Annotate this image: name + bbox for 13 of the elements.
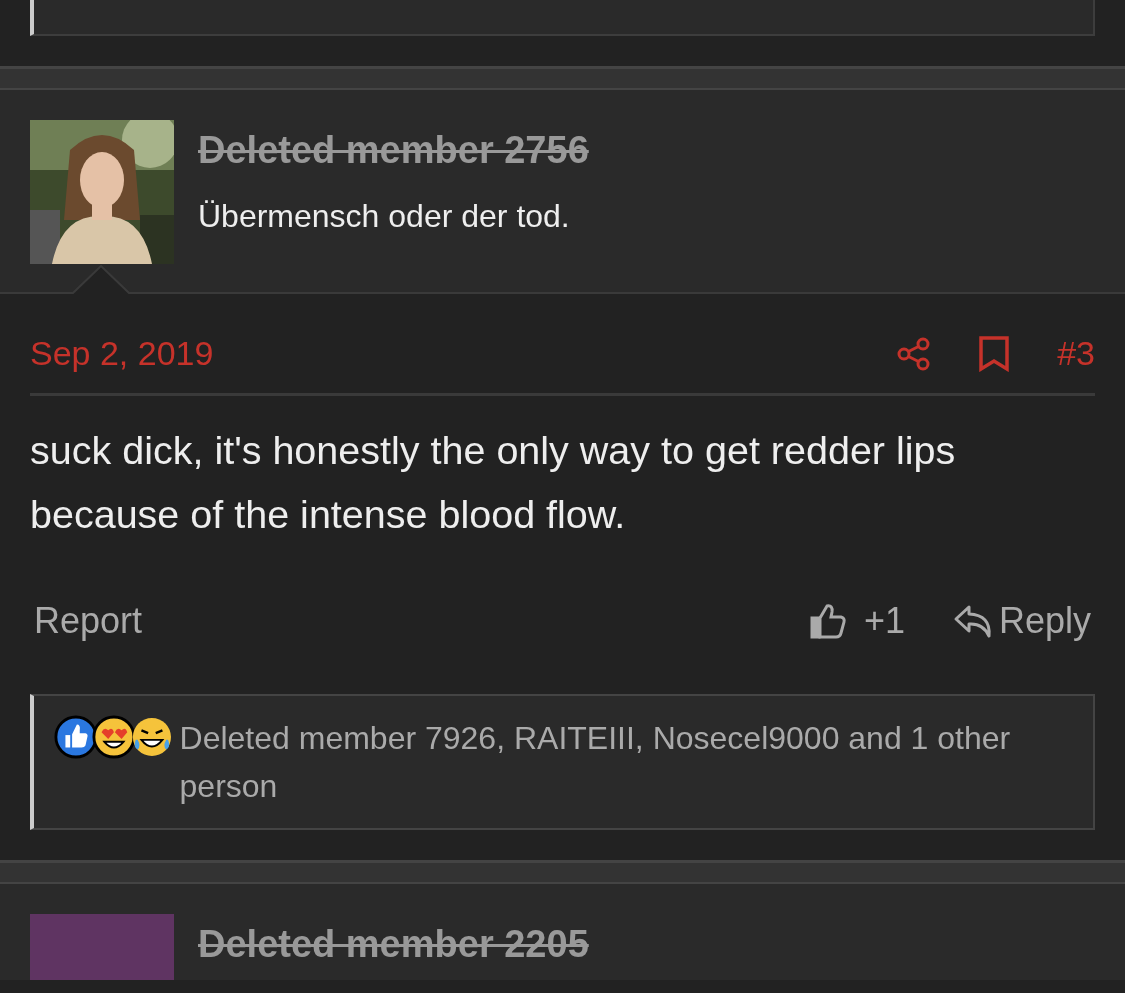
like-button[interactable]: +1	[809, 594, 905, 648]
like-icon	[54, 714, 98, 760]
thumbs-up-icon	[809, 602, 848, 640]
username-link[interactable]: Deleted member 2205	[198, 924, 589, 966]
report-link[interactable]: Report	[34, 594, 143, 648]
reaction-summary[interactable]: Deleted member 7926, RAITEIII, Nosecel9000 and 1 other person	[167, 714, 1073, 810]
share-icon[interactable]	[897, 336, 932, 371]
username-link[interactable]: Deleted member 2756	[198, 130, 589, 172]
user-signature: Übermensch oder der tod.	[198, 196, 571, 236]
bookmark-icon[interactable]	[979, 335, 1010, 372]
reply-button[interactable]: Reply	[952, 594, 1091, 648]
heart-eyes-icon	[91, 714, 136, 760]
post-message: suck dick, it's honestly the only way to get redder lips because of the intense blood flow.	[30, 427, 957, 538]
